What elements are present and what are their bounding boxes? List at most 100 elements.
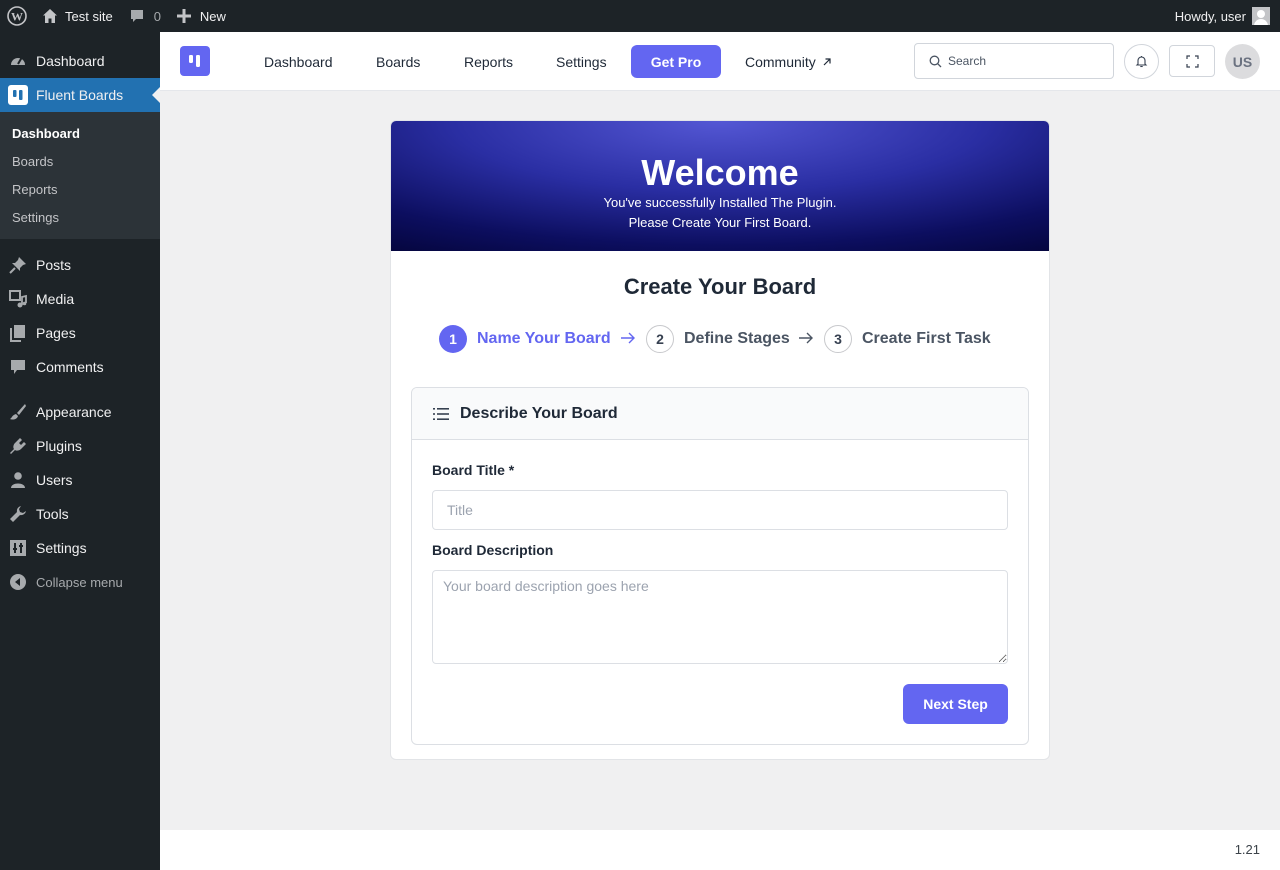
external-link-icon: [822, 57, 832, 67]
submenu-reports[interactable]: Reports: [0, 175, 160, 203]
describe-board-header: Describe Your Board: [412, 388, 1028, 440]
comment-bubble-icon: [129, 8, 145, 24]
step-2-label: Define Stages: [684, 330, 790, 347]
menu-comments[interactable]: Comments: [0, 350, 160, 384]
collapse-arrow-icon: [8, 572, 28, 592]
new-label: New: [199, 8, 226, 24]
user-avatar-icon: [1252, 7, 1270, 25]
step-indicator: 1 Name Your Board 2 Define Stages 3 Crea…: [391, 324, 1049, 354]
board-title-input[interactable]: [432, 490, 1008, 530]
comment-icon: [8, 357, 28, 377]
search-icon: [929, 55, 942, 68]
site-name: Test site: [65, 8, 113, 24]
menu-media-label: Media: [36, 291, 75, 307]
fluent-boards-logo-icon[interactable]: [180, 46, 210, 76]
comments-link[interactable]: 0: [121, 0, 169, 32]
list-icon: [432, 406, 450, 422]
notifications-button[interactable]: [1124, 44, 1159, 79]
menu-fluent-boards[interactable]: Fluent Boards: [0, 78, 160, 112]
welcome-line-1: You've successfully Installed The Plugin…: [603, 195, 837, 210]
menu-posts-label: Posts: [36, 257, 72, 273]
collapse-menu-button[interactable]: Collapse menu: [0, 565, 160, 599]
board-description-label: Board Description: [432, 542, 554, 558]
submenu-settings[interactable]: Settings: [0, 203, 160, 231]
step-3-label: Create First Task: [862, 330, 991, 347]
fullscreen-icon: [1185, 54, 1199, 68]
plugin-icon: [8, 436, 28, 456]
pages-icon: [8, 323, 28, 343]
menu-dashboard-label: Dashboard: [36, 53, 105, 69]
my-account-link[interactable]: Howdy, user: [1167, 0, 1280, 32]
menu-dashboard[interactable]: Dashboard: [0, 44, 160, 78]
step-1-label: Name Your Board: [477, 330, 611, 347]
menu-users[interactable]: Users: [0, 463, 160, 497]
welcome-line-2: Please Create Your First Board.: [628, 215, 812, 230]
admin-footer: 1.21: [160, 830, 1280, 870]
pin-icon: [8, 255, 28, 275]
bell-icon: [1135, 55, 1148, 68]
menu-comments-label: Comments: [36, 359, 104, 375]
step-1-number: 1: [439, 325, 467, 353]
plus-icon: [176, 9, 191, 23]
wordpress-logo-icon[interactable]: W: [0, 0, 34, 32]
admin-sidebar: Dashboard Fluent Boards Dashboard Boards…: [0, 32, 160, 870]
user-avatar[interactable]: US: [1225, 44, 1260, 79]
nav-dashboard[interactable]: Dashboard: [264, 45, 333, 78]
step-3-number: 3: [824, 325, 852, 353]
site-name-link[interactable]: Test site: [34, 0, 121, 32]
step-arrow-icon: [798, 331, 814, 350]
dashboard-icon: [8, 51, 28, 71]
menu-media[interactable]: Media: [0, 282, 160, 316]
menu-tools[interactable]: Tools: [0, 497, 160, 531]
step-2-number: 2: [646, 325, 674, 353]
submenu-boards[interactable]: Boards: [0, 147, 160, 175]
menu-settings-label: Settings: [36, 540, 87, 556]
board-description-textarea[interactable]: [432, 570, 1008, 664]
nav-settings[interactable]: Settings: [556, 45, 607, 78]
submenu-dashboard[interactable]: Dashboard: [0, 119, 160, 147]
main-content: Dashboard Boards Reports Settings Get Pr…: [160, 32, 1280, 870]
search-box: [914, 43, 1114, 79]
nav-community[interactable]: Community: [745, 45, 832, 78]
welcome-title: Welcome: [641, 152, 799, 193]
wrench-icon: [8, 504, 28, 524]
next-step-button[interactable]: Next Step: [903, 684, 1008, 724]
new-content-link[interactable]: New: [169, 0, 234, 32]
media-icon: [8, 289, 28, 309]
collapse-menu-label: Collapse menu: [36, 574, 123, 590]
menu-appearance[interactable]: Appearance: [0, 395, 160, 429]
menu-plugins[interactable]: Plugins: [0, 429, 160, 463]
nav-community-label: Community: [745, 53, 816, 70]
admin-bar: W Test site 0 New Howdy, user: [0, 0, 1280, 32]
howdy-greeting: Howdy, user: [1174, 8, 1246, 24]
step-arrow-icon: [620, 331, 636, 350]
menu-posts[interactable]: Posts: [0, 248, 160, 282]
fluent-boards-submenu: Dashboard Boards Reports Settings: [0, 112, 160, 239]
describe-board-panel: Describe Your Board Board Title * Board …: [411, 387, 1029, 745]
menu-pages[interactable]: Pages: [0, 316, 160, 350]
welcome-banner: Welcome You've successfully Installed Th…: [391, 121, 1049, 251]
describe-board-title: Describe Your Board: [460, 404, 618, 422]
menu-pages-label: Pages: [36, 325, 76, 341]
brush-icon: [8, 402, 28, 422]
fluent-boards-topnav: Dashboard Boards Reports Settings Get Pr…: [160, 32, 1280, 91]
search-input[interactable]: [948, 54, 1098, 68]
version-number: 1.21: [1234, 842, 1260, 857]
menu-plugins-label: Plugins: [36, 438, 82, 454]
menu-fluent-boards-label: Fluent Boards: [36, 87, 124, 103]
comments-count: 0: [153, 8, 161, 24]
menu-users-label: Users: [36, 472, 73, 488]
nav-reports[interactable]: Reports: [464, 45, 513, 78]
nav-boards[interactable]: Boards: [376, 45, 420, 78]
menu-settings[interactable]: Settings: [0, 531, 160, 565]
fullscreen-button[interactable]: [1169, 45, 1215, 77]
menu-tools-label: Tools: [36, 506, 69, 522]
board-title-label: Board Title *: [432, 462, 515, 478]
get-pro-button[interactable]: Get Pro: [631, 45, 721, 78]
user-icon: [8, 470, 28, 490]
create-board-title: Create Your Board: [623, 274, 817, 299]
svg-text:W: W: [11, 10, 23, 24]
settings-icon: [8, 538, 28, 558]
onboarding-card: Welcome You've successfully Installed Th…: [390, 120, 1050, 760]
home-icon: [42, 8, 58, 24]
